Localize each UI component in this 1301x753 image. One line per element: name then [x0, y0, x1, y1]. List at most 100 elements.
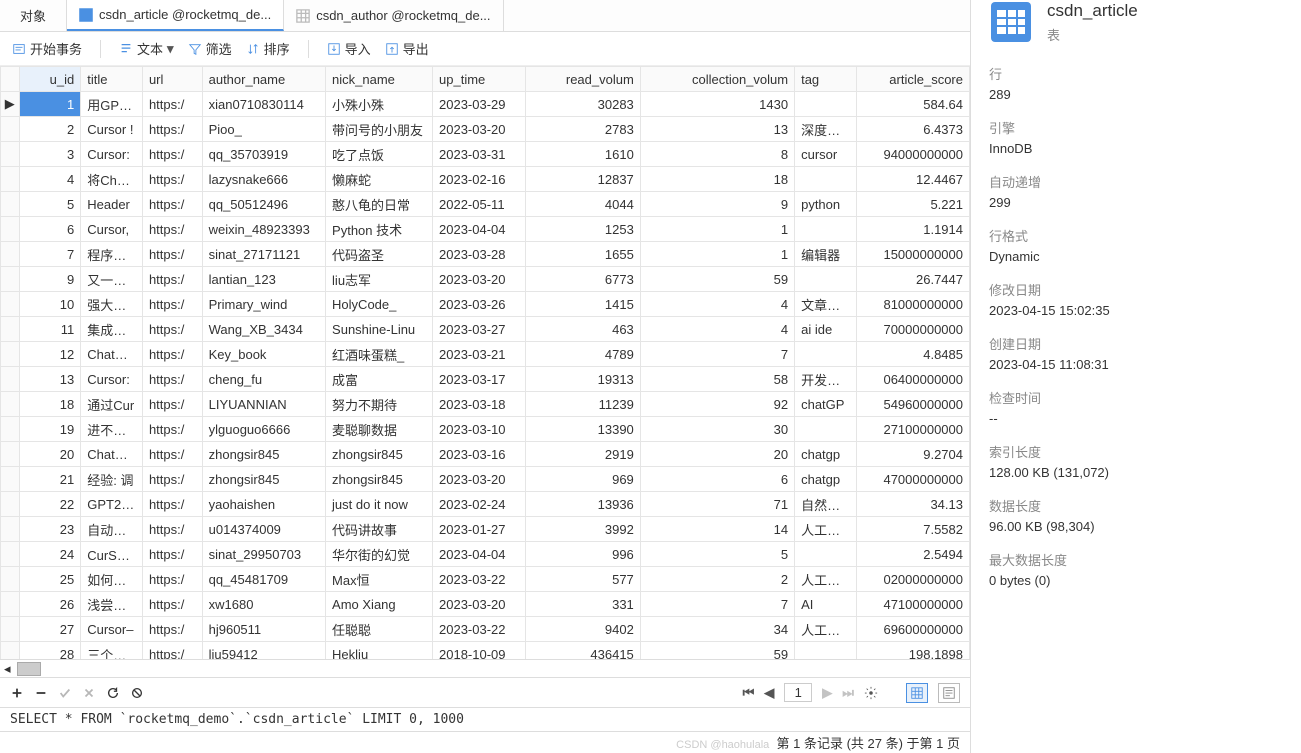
prop-check-value: -- [989, 411, 1283, 426]
table-row[interactable]: 19 进不去chhttps:/ylguoguo6666麦聪聊数据2023-03-… [1, 417, 970, 442]
prop-engine-value: InnoDB [989, 141, 1283, 156]
chevron-down-icon: ▾ [167, 41, 174, 57]
transaction-icon [12, 42, 26, 56]
status-bar: CSDN @haohulala 第 1 条记录 (共 27 条) 于第 1 页 [0, 731, 970, 753]
table-icon [79, 8, 93, 22]
col-up_time[interactable]: up_time [433, 67, 526, 92]
page-input[interactable] [784, 683, 812, 702]
sql-preview: SELECT * FROM `rocketmq_demo`.`csdn_arti… [0, 707, 970, 731]
prop-rows-value: 289 [989, 87, 1283, 102]
tab-csdn-author[interactable]: csdn_author @rocketmq_de... [284, 0, 503, 31]
table-row[interactable]: 9 又一个免https:/lantian_123liu志军2023-03-20 … [1, 267, 970, 292]
side-panel: DDL csdn_article 表 行289 引擎InnoDB 自动递增299… [971, 0, 1301, 753]
table-row[interactable]: 5 Headerhttps:/qq_50512496憨八龟的日常2022-05-… [1, 192, 970, 217]
last-page-icon[interactable]: ⏭ [842, 685, 854, 701]
col-author_name[interactable]: author_name [202, 67, 325, 92]
tab-bar: 对象 csdn_article @rocketmq_de... csdn_aut… [0, 0, 970, 32]
import-button[interactable]: 导入 [327, 39, 371, 58]
prop-index-value: 128.00 KB (131,072) [989, 465, 1283, 480]
filter-icon [188, 42, 202, 56]
prop-data-value: 96.00 KB (98,304) [989, 519, 1283, 534]
table-large-icon [989, 0, 1033, 44]
table-row[interactable]: ▶ 1 用GPT-4https:/xian0710830114小殊小殊2023-… [1, 92, 970, 117]
horizontal-scrollbar[interactable]: ◂ [0, 659, 970, 677]
begin-transaction-button[interactable]: 开始事务 [12, 39, 82, 58]
table-row[interactable]: 28 三个可替https:/liu59412Hekliu2018-10-09 4… [1, 642, 970, 660]
table-row[interactable]: 22 GPT2-Chhttps:/yaohaishenjust do it no… [1, 492, 970, 517]
cancel-icon [82, 686, 96, 700]
tab-label: csdn_article @rocketmq_de... [99, 7, 271, 22]
prop-check-label: 检查时间 [989, 388, 1283, 407]
prop-created-value: 2023-04-15 11:08:31 [989, 357, 1283, 372]
table-row[interactable]: 10 强大的编https:/Primary_windHolyCode_2023-… [1, 292, 970, 317]
col-nick_name[interactable]: nick_name [326, 67, 433, 92]
table-row[interactable]: 6 Cursor,https:/weixin_48923393Python 技术… [1, 217, 970, 242]
data-grid[interactable]: u_id title url author_name nick_name up_… [0, 66, 970, 659]
prop-max-value: 0 bytes (0) [989, 573, 1283, 588]
table-row[interactable]: 7 程序员的https:/sinat_27171121代码盗圣2023-03-2… [1, 242, 970, 267]
col-title[interactable]: title [81, 67, 143, 92]
grid-footer: ⏮ ◀ ▶ ⏭ [0, 677, 970, 707]
prop-modified-value: 2023-04-15 15:02:35 [989, 303, 1283, 318]
col-tag[interactable]: tag [795, 67, 857, 92]
table-row[interactable]: 26 浅尝基于https:/xw1680Amo Xiang2023-03-20 … [1, 592, 970, 617]
export-icon [385, 42, 399, 56]
sort-icon [246, 42, 260, 56]
prop-rowfmt-value: Dynamic [989, 249, 1283, 264]
table-row[interactable]: 24 CurSor写https:/sinat_29950703华尔街的幻觉202… [1, 542, 970, 567]
form-view-button[interactable] [938, 683, 960, 703]
prop-rowfmt-label: 行格式 [989, 226, 1283, 245]
sort-button[interactable]: 排序 [246, 39, 290, 58]
refresh-icon[interactable] [106, 686, 120, 700]
text-button[interactable]: 文本 ▾ [119, 39, 174, 58]
watermark: CSDN @haohulala [676, 739, 769, 751]
commit-icon [58, 686, 72, 700]
prop-autoinc-value: 299 [989, 195, 1283, 210]
table-row[interactable]: 20 ChatGPThttps:/zhongsir845zhongsir8452… [1, 442, 970, 467]
prop-created-label: 创建日期 [989, 334, 1283, 353]
table-row[interactable]: 11 集成GPThttps:/Wang_XB_3434Sunshine-Linu… [1, 317, 970, 342]
col-u_id[interactable]: u_id [19, 67, 81, 92]
prop-max-label: 最大数据长度 [989, 550, 1283, 569]
col-collection_volum[interactable]: collection_volum [640, 67, 794, 92]
tab-csdn-article[interactable]: csdn_article @rocketmq_de... [67, 0, 284, 31]
object-type: 表 [1047, 25, 1138, 44]
text-icon [119, 42, 133, 56]
table-row[interactable]: 27 Cursor–https:/hj960511任聪聪2023-03-22 9… [1, 617, 970, 642]
settings-icon[interactable] [864, 686, 878, 700]
toolbar: 开始事务 文本 ▾ 筛选 排序 导入 导出 [0, 32, 970, 66]
export-button[interactable]: 导出 [385, 39, 429, 58]
table-row[interactable]: 12 ChatGPThttps:/Key_book红酒味蛋糕_2023-03-2… [1, 342, 970, 367]
stop-icon[interactable] [130, 686, 144, 700]
table-row[interactable]: 21 经验: 调https:/zhongsir845zhongsir845202… [1, 467, 970, 492]
tab-objects[interactable]: 对象 [0, 0, 67, 31]
add-row-icon[interactable] [10, 686, 24, 700]
table-row[interactable]: 4 将ChatGhttps:/lazysnake666懒麻蛇2023-02-16… [1, 167, 970, 192]
first-page-icon[interactable]: ⏮ [743, 685, 755, 701]
col-article_score[interactable]: article_score [856, 67, 969, 92]
tab-label: csdn_author @rocketmq_de... [316, 8, 490, 23]
prev-page-icon[interactable]: ◀ [764, 685, 774, 701]
table-row[interactable]: 18 通过Curhttps:/LIYUANNIAN努力不期待2023-03-18… [1, 392, 970, 417]
prop-index-label: 索引长度 [989, 442, 1283, 461]
delete-row-icon[interactable] [34, 686, 48, 700]
grid-view-button[interactable] [906, 683, 928, 703]
prop-engine-label: 引擎 [989, 118, 1283, 137]
table-row[interactable]: 2 Cursor !https:/Pioo_带问号的小朋友2023-03-20 … [1, 117, 970, 142]
table-row[interactable]: 25 如何使用https:/qq_45481709Max恒2023-03-22 … [1, 567, 970, 592]
status-text: 第 1 条记录 (共 27 条) 于第 1 页 [777, 736, 960, 751]
table-row[interactable]: 13 Cursor:https:/cheng_fu成富2023-03-17 19… [1, 367, 970, 392]
next-page-icon[interactable]: ▶ [822, 685, 832, 701]
table-row[interactable]: 23 自动写代https:/u014374009代码讲故事2023-01-27 … [1, 517, 970, 542]
object-title: csdn_article [1047, 1, 1138, 21]
table-icon [296, 9, 310, 23]
col-url[interactable]: url [142, 67, 202, 92]
prop-data-label: 数据长度 [989, 496, 1283, 515]
col-read_volum[interactable]: read_volum [525, 67, 640, 92]
filter-button[interactable]: 筛选 [188, 39, 232, 58]
prop-autoinc-label: 自动递增 [989, 172, 1283, 191]
header-row: u_id title url author_name nick_name up_… [1, 67, 970, 92]
import-icon [327, 42, 341, 56]
table-row[interactable]: 3 Cursor:https:/qq_35703919吃了点饭2023-03-3… [1, 142, 970, 167]
prop-modified-label: 修改日期 [989, 280, 1283, 299]
